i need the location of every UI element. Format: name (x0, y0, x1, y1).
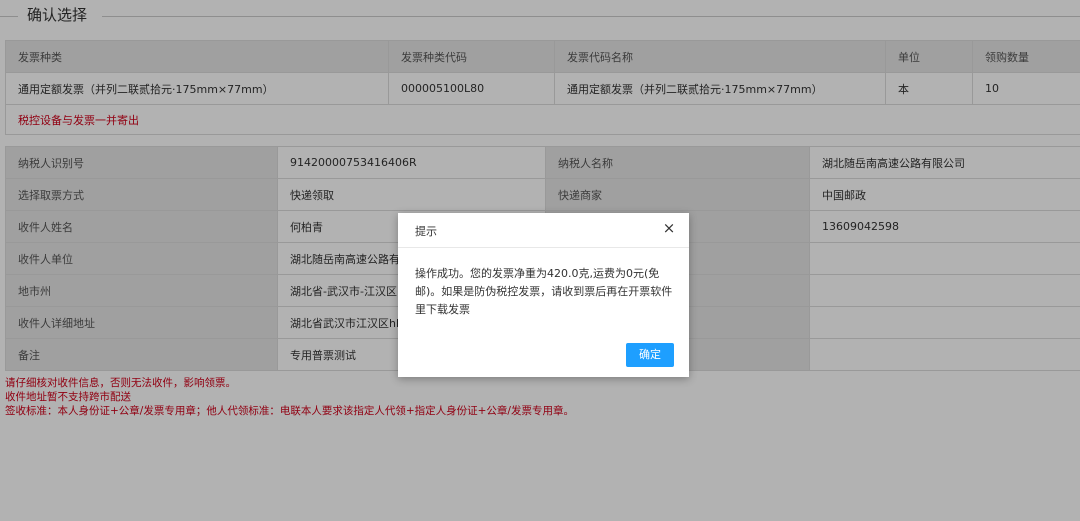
dialog-message: 操作成功。您的发票净重为420.0克,运费为0元(免邮)。如果是防伪税控发票，请… (415, 267, 673, 316)
dialog-title: 提示 (415, 225, 437, 238)
dialog-header: 提示 × (398, 213, 689, 248)
close-icon[interactable]: × (661, 220, 677, 236)
confirm-button[interactable]: 确定 (626, 343, 674, 367)
alert-dialog: 提示 × 操作成功。您的发票净重为420.0克,运费为0元(免邮)。如果是防伪税… (398, 213, 689, 377)
